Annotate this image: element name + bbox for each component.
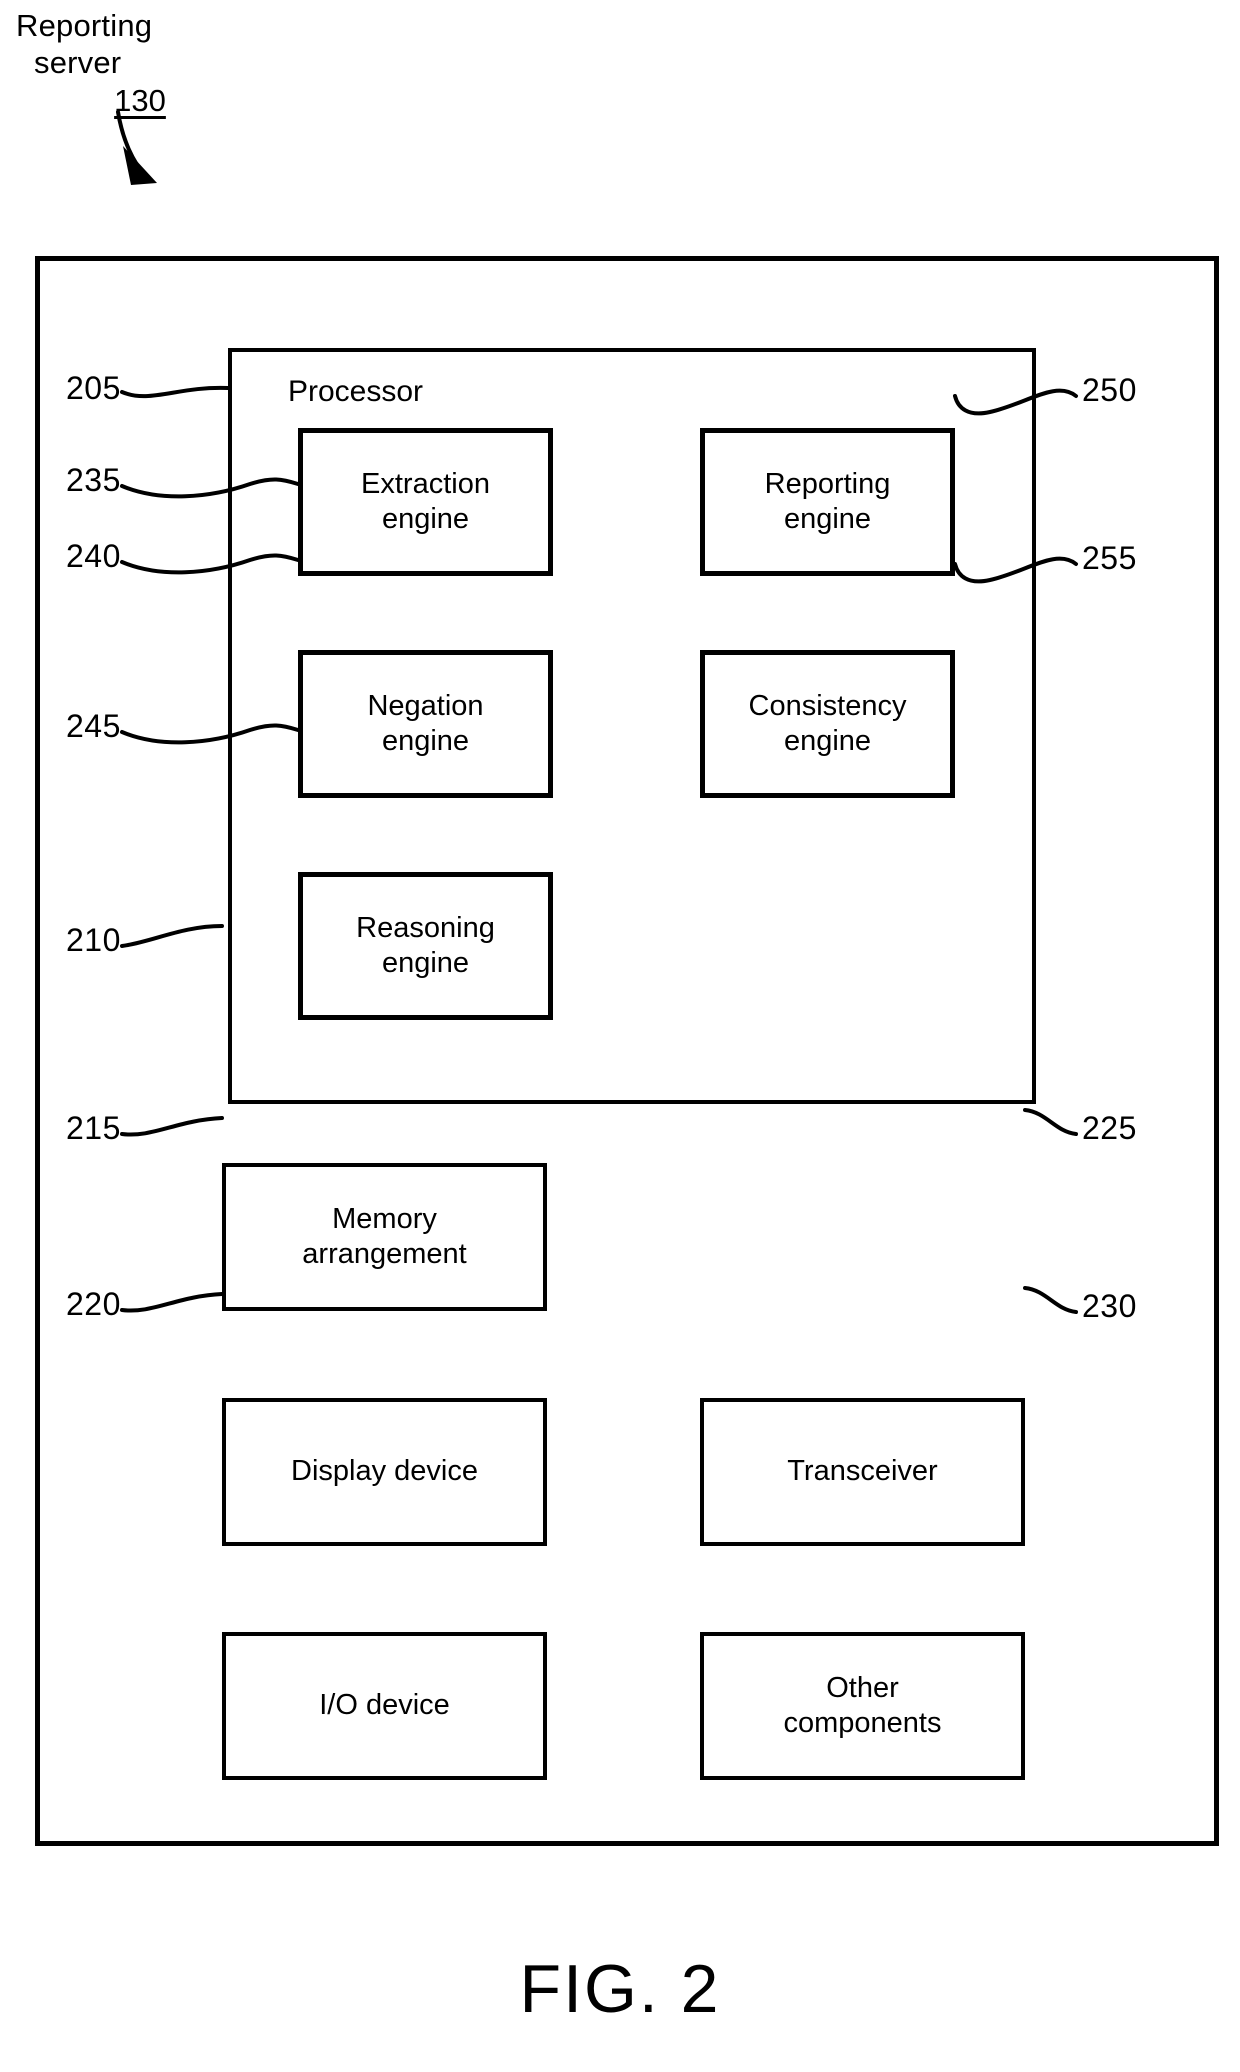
- callout-title-line2: server: [34, 44, 122, 80]
- ref-245: 245: [66, 708, 121, 744]
- ref-210: 210: [66, 922, 121, 958]
- reasoning-engine-block: Reasoning engine: [298, 872, 553, 1020]
- ref-205: 205: [66, 370, 121, 406]
- io-device-block: I/O device: [222, 1632, 547, 1780]
- memory-arrangement-label: Memory arrangement: [302, 1202, 467, 1270]
- reporting-engine-block: Reporting engine: [700, 428, 955, 576]
- callout-arrowhead: [123, 146, 157, 185]
- ref-220: 220: [66, 1286, 121, 1322]
- callout-reference-number: 130: [114, 83, 166, 119]
- patent-figure: Reporting server 130 Processor Extractio…: [0, 0, 1240, 2072]
- ref-255: 255: [1082, 540, 1137, 576]
- display-device-label: Display device: [291, 1455, 478, 1488]
- processor-label: Processor: [288, 375, 424, 408]
- consistency-engine-label: Consistency engine: [748, 689, 907, 757]
- display-device-block: Display device: [222, 1398, 547, 1546]
- consistency-engine-block: Consistency engine: [700, 650, 955, 798]
- callout-leader-line: [116, 110, 144, 174]
- reporting-engine-label: Reporting engine: [764, 467, 891, 535]
- ref-250: 250: [1082, 372, 1137, 408]
- extraction-engine-label: Extraction engine: [361, 467, 490, 535]
- transceiver-label: Transceiver: [787, 1455, 938, 1488]
- ref-230: 230: [1082, 1288, 1137, 1324]
- extraction-engine-block: Extraction engine: [298, 428, 553, 576]
- other-components-label: Other components: [783, 1671, 942, 1739]
- negation-engine-label: Negation engine: [367, 689, 484, 757]
- transceiver-block: Transceiver: [700, 1398, 1025, 1546]
- reasoning-engine-label: Reasoning engine: [356, 911, 495, 979]
- ref-215: 215: [66, 1110, 121, 1146]
- reporting-server-callout: Reporting server 130: [14, 8, 244, 120]
- figure-title: FIG. 2: [519, 1951, 721, 2027]
- io-device-label: I/O device: [319, 1689, 450, 1722]
- ref-235: 235: [66, 462, 121, 498]
- other-components-block: Other components: [700, 1632, 1025, 1780]
- callout-title-line1: Reporting: [16, 8, 153, 43]
- ref-225: 225: [1082, 1110, 1137, 1146]
- memory-arrangement-block: Memory arrangement: [222, 1163, 547, 1311]
- negation-engine-block: Negation engine: [298, 650, 553, 798]
- ref-240: 240: [66, 538, 121, 574]
